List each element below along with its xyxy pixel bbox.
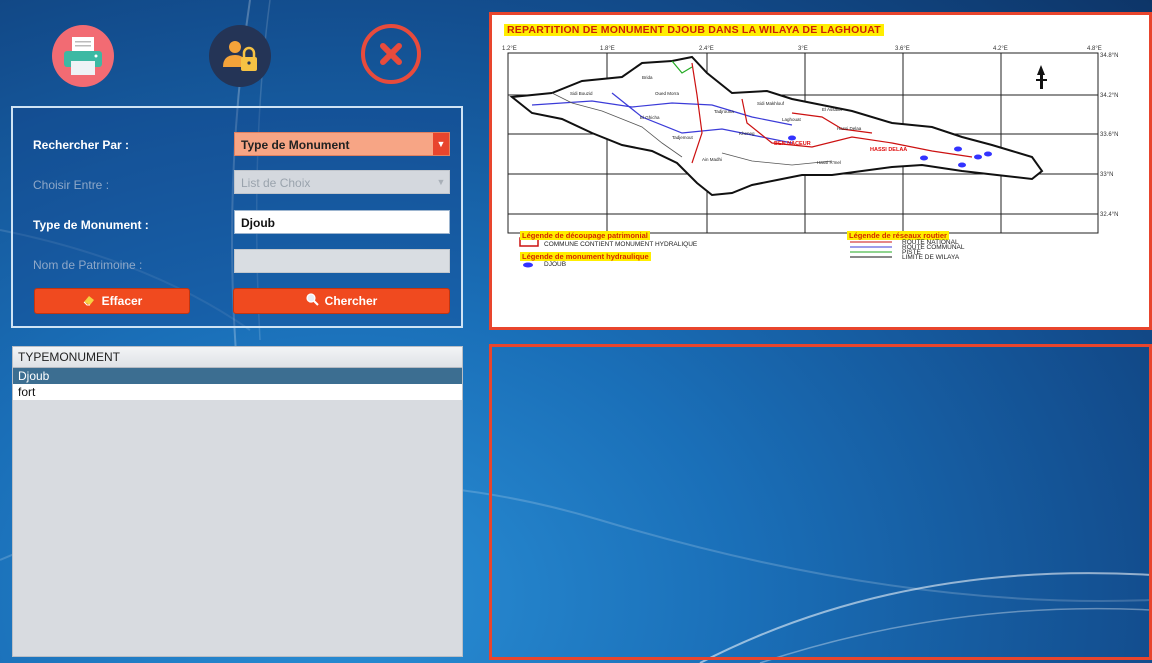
tick-label: 1.8°E xyxy=(600,46,615,52)
legend-decoupage-title: Légende de découpage patrimonial xyxy=(520,231,650,240)
svg-text:Ain Madhi: Ain Madhi xyxy=(702,157,722,162)
tick-label: 34.2°N xyxy=(1100,93,1118,99)
map-label: BEN NACEUR xyxy=(774,141,811,147)
column-header-typemonument[interactable]: TYPEMONUMENT xyxy=(13,347,462,368)
svg-text:Brida: Brida xyxy=(642,75,653,80)
search-panel: Rechercher Par : Type de Monument ▼ Choi… xyxy=(11,106,463,328)
chevron-down-icon: ▼ xyxy=(436,177,446,187)
legend-decoupage-item: COMMUNE CONTIENT MONUMENT HYDRALIQUE xyxy=(544,241,698,248)
map-image: 1.2°E 1.8°E 2.4°E 3°E 3.6°E 4.2°E 4.8°E … xyxy=(502,46,1118,268)
rechercher-select[interactable]: Type de Monument ▼ xyxy=(234,132,450,156)
user-lock-icon xyxy=(223,41,257,71)
effacer-label: Effacer xyxy=(101,294,143,308)
tick-label: 33°N xyxy=(1100,172,1113,178)
chercher-label: Chercher xyxy=(324,294,378,308)
tick-label: 4.8°E xyxy=(1087,46,1102,52)
svg-text:El Ghicha: El Ghicha xyxy=(640,115,660,120)
tick-label: 3°E xyxy=(798,46,808,52)
legend-monument-title: Légende de monument hydraulique xyxy=(520,252,651,261)
detail-panel xyxy=(489,344,1152,660)
search-icon xyxy=(306,290,319,314)
results-table[interactable]: TYPEMONUMENT Djoub fort xyxy=(12,346,463,657)
eraser-icon xyxy=(82,290,96,314)
effacer-button[interactable]: Effacer xyxy=(34,288,190,314)
svg-text:Sidi Bouzid: Sidi Bouzid xyxy=(570,91,593,96)
svg-text:Sidi Makhlouf: Sidi Makhlouf xyxy=(757,101,785,106)
road-legend-lines xyxy=(850,241,892,258)
nom-input[interactable] xyxy=(234,249,450,273)
svg-text:Hassi Delaa: Hassi Delaa xyxy=(837,126,862,131)
table-row[interactable]: fort xyxy=(13,384,462,400)
tick-label: 32.4°N xyxy=(1100,212,1118,218)
close-button[interactable] xyxy=(361,24,421,84)
choisir-select-value: List de Choix xyxy=(241,176,311,190)
tick-label: 2.4°E xyxy=(699,46,714,52)
legend-route-item: LIMITE DE WILAYA xyxy=(902,254,960,261)
type-label: Type de Monument : xyxy=(33,218,149,232)
north-arrow-icon xyxy=(1036,65,1047,89)
svg-text:Oued Morra: Oued Morra xyxy=(655,91,680,96)
svg-text:Kheneg: Kheneg xyxy=(739,131,755,136)
printer-icon xyxy=(64,37,102,75)
table-row[interactable]: Djoub xyxy=(13,368,462,384)
chercher-button[interactable]: Chercher xyxy=(233,288,450,314)
legend-monument-item: DJOUB xyxy=(544,261,567,268)
rechercher-label: Rechercher Par : xyxy=(33,138,130,152)
rechercher-select-value: Type de Monument xyxy=(241,138,350,152)
close-icon xyxy=(380,43,402,65)
tick-label: 33.6°N xyxy=(1100,132,1118,138)
svg-text:Hassi R'mel: Hassi R'mel xyxy=(817,160,841,165)
print-button[interactable] xyxy=(52,25,114,87)
type-input[interactable]: Djoub xyxy=(234,210,450,234)
nom-label: Nom de Patrimoine : xyxy=(33,258,143,272)
map-label: HASSI DELAA xyxy=(870,147,907,153)
tick-label: 34.8°N xyxy=(1100,53,1118,59)
choisir-select[interactable]: List de Choix ▼ xyxy=(234,170,450,194)
map-panel: REPARTITION DE MONUMENT DJOUB DANS LA WI… xyxy=(489,12,1152,330)
choisir-label: Choisir Entre : xyxy=(33,178,110,192)
chevron-down-icon: ▼ xyxy=(433,133,449,155)
svg-text:Tadjrouna: Tadjrouna xyxy=(714,109,734,114)
svg-text:El Assafia: El Assafia xyxy=(822,107,842,112)
svg-text:Laghouat: Laghouat xyxy=(782,117,802,122)
tick-label: 4.2°E xyxy=(993,46,1008,52)
tick-label: 1.2°E xyxy=(502,46,517,52)
user-lock-button[interactable] xyxy=(209,25,271,87)
tick-label: 3.6°E xyxy=(895,46,910,52)
svg-text:Tadjemout: Tadjemout xyxy=(672,135,694,140)
